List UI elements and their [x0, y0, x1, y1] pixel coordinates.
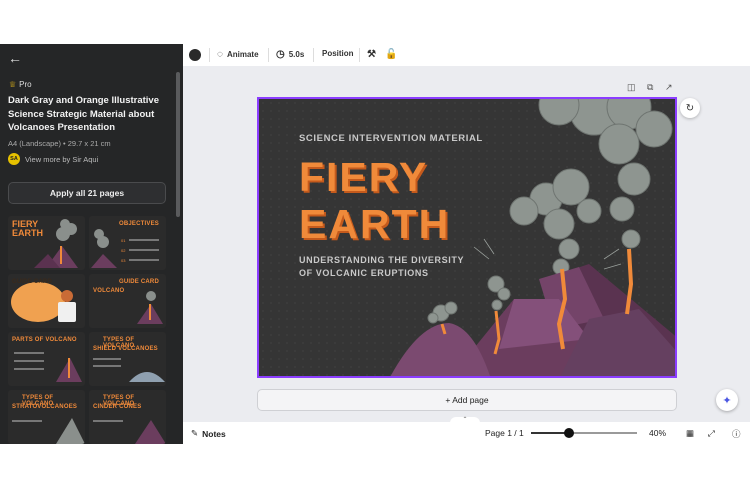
duplicate-page-icon[interactable]: ⧉ [647, 82, 653, 93]
toolbar-divider [359, 48, 360, 62]
editor-app: ← ♕ Pro Dark Gray and Orange Illustrativ… [0, 44, 750, 444]
thumbnail-3-title: GUIDE CARD [12, 279, 53, 285]
thumbnail-page-8[interactable]: TYPES OF VOLCANO CINDER CONES [89, 390, 166, 444]
thumbnail-5-title: PARTS OF VOLCANO [12, 337, 77, 343]
thumbnail-page-7[interactable]: TYPES OF VOLCANO STRATOVOLCANOES [8, 390, 85, 444]
help-icon: ⓘ [732, 429, 741, 439]
fullscreen-button[interactable]: ⤢ [708, 428, 715, 439]
template-size: A4 (Landscape) • 29.7 x 21 cm [8, 139, 111, 148]
page-indicator-label: Page 1 / 1 [485, 428, 524, 438]
svg-text:01: 01 [121, 238, 126, 243]
template-sidebar: ← ♕ Pro Dark Gray and Orange Illustrativ… [0, 44, 183, 444]
animate-icon: ◌ [217, 49, 223, 60]
duration-button[interactable]: ◷ 5.0s [276, 49, 304, 60]
expand-icon: ⤢ [708, 428, 715, 438]
back-arrow-icon[interactable]: ← [8, 50, 22, 66]
zoom-slider[interactable] [531, 428, 637, 438]
help-button[interactable]: ⓘ [732, 428, 741, 440]
animate-button[interactable]: ◌ Animate [217, 49, 259, 60]
template-title: Dark Gray and Orange Illustrative Scienc… [8, 95, 160, 133]
thumbnail-page-5[interactable]: PARTS OF VOLCANO [8, 332, 85, 386]
position-button[interactable]: Position [322, 49, 354, 58]
notes-button[interactable]: ✎ Notes [191, 428, 226, 439]
lock-button[interactable]: 🔓 [385, 49, 397, 60]
color-picker-button[interactable] [189, 49, 201, 61]
thumbnail-6-subtitle: SHIELD VOLCANOES [93, 346, 158, 352]
thumbnail-1-title: FIERY EARTH [12, 219, 43, 238]
grid-view-button[interactable]: ▦ [686, 428, 694, 439]
toolbar-divider [313, 48, 314, 62]
crown-icon: ♕ [9, 80, 17, 89]
refresh-icon: ↻ [685, 102, 695, 114]
thumbnail-page-4[interactable]: GUIDE CARD VOLCANO [89, 274, 166, 328]
author-link[interactable]: SA View more by Sir Aqui [8, 153, 98, 165]
duration-label: 5.0s [288, 50, 305, 59]
regenerate-button[interactable]: ↻ [680, 98, 700, 118]
show-pages-button[interactable]: ⌃ [450, 417, 480, 424]
toolbar-divider [268, 48, 269, 62]
notes-label: Notes [202, 428, 226, 439]
thumbnail-7-subtitle: STRATOVOLCANOES [12, 404, 78, 410]
page-indicator[interactable]: Page 1 / 1 [485, 428, 524, 438]
apply-all-pages-button[interactable]: Apply all 21 pages [8, 182, 166, 204]
svg-text:03: 03 [121, 258, 126, 263]
position-label: Position [322, 49, 354, 58]
add-page-button[interactable]: + Add page [257, 389, 677, 411]
add-page-icon[interactable]: ↗ [665, 82, 673, 93]
thumbnail-page-2[interactable]: 01 02 03 OBJECTIVES [89, 216, 166, 270]
lock-icon: 🔓 [385, 49, 398, 60]
editor-footer: ⌃ ✎ Notes Page 1 / 1 40% ▦ ⤢ ⓘ [183, 417, 750, 444]
chevron-up-icon: ⌃ [462, 417, 468, 423]
thumbnail-page-3[interactable]: GUIDE CARD [8, 274, 85, 328]
paint-roller-icon: ⚒ [367, 49, 376, 60]
grid-icon: ▦ [686, 428, 695, 438]
author-avatar: SA [8, 153, 20, 165]
canvas-area: ◫ ⧉ ↗ SCIENCE INTERVENTION MATERIAL FIER… [183, 66, 750, 422]
zoom-level-label: 40% [649, 428, 667, 438]
clock-icon: ◷ [276, 49, 285, 60]
thumbnail-8-subtitle: CINDER CONES [93, 404, 142, 410]
magic-assistant-button[interactable]: ✦ [716, 389, 738, 411]
animate-label: Animate [226, 50, 259, 59]
pro-badge: ♕ Pro [9, 80, 32, 89]
thumbnail-page-1[interactable]: FIERY EARTH [8, 216, 85, 270]
sparkle-icon: ✦ [722, 394, 732, 407]
sidebar-scrollbar[interactable] [176, 72, 180, 217]
svg-text:02: 02 [121, 248, 126, 253]
thumbnail-page-6[interactable]: TYPES OF VOLCANO SHIELD VOLCANOES [89, 332, 166, 386]
slide-canvas[interactable]: SCIENCE INTERVENTION MATERIAL FIERY EART… [257, 97, 677, 378]
thumbnail-2-title: OBJECTIVES [119, 221, 160, 227]
notes-icon: ✎ [191, 428, 199, 438]
thumbnail-4-title: GUIDE CARD [119, 279, 160, 285]
author-link-label: View more by Sir Aqui [25, 154, 99, 164]
copy-style-button[interactable]: ⚒ [367, 49, 376, 60]
zoom-level[interactable]: 40% [649, 428, 666, 438]
volcano-illustration[interactable] [259, 99, 677, 378]
toolbar-divider [209, 48, 210, 62]
editor-toolbar: ◌ Animate ◷ 5.0s Position ⚒ 🔓 [183, 44, 750, 66]
zoom-slider-knob[interactable] [564, 428, 575, 438]
thumbnail-4-subtitle: VOLCANO [93, 288, 125, 294]
color-swatch-icon [189, 49, 201, 61]
lock-page-icon[interactable]: ◫ [627, 82, 636, 93]
pro-badge-label: Pro [19, 80, 32, 89]
